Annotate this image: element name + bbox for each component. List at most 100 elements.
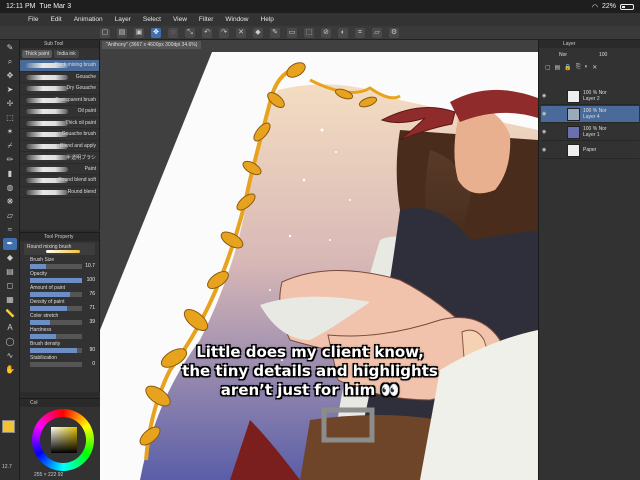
clear-icon[interactable]: ✕ — [236, 27, 246, 38]
decoration-icon[interactable]: ❋ — [3, 196, 17, 208]
tab-thick-paint[interactable]: Thick paint — [22, 50, 53, 58]
brush-item[interactable]: Round blend — [20, 187, 99, 198]
frame-tool-icon[interactable]: ▦ — [3, 294, 17, 306]
property-slider[interactable] — [30, 278, 82, 283]
eraser-tool-icon[interactable]: ▱ — [3, 210, 17, 222]
menu-view[interactable]: View — [173, 16, 187, 23]
visibility-icon[interactable]: ◉ — [542, 111, 548, 117]
menu-filter[interactable]: Filter — [199, 16, 213, 23]
crop-icon[interactable]: ⌗ — [355, 27, 365, 38]
menu-file[interactable]: File — [28, 16, 38, 23]
balloon-tool-icon[interactable]: ◯ — [3, 336, 17, 348]
text-tool-icon[interactable]: A — [3, 322, 17, 334]
visibility-icon[interactable]: ◉ — [542, 129, 548, 135]
menu-help[interactable]: Help — [261, 16, 274, 23]
brush-item[interactable]: Paint — [20, 164, 99, 175]
property-row[interactable]: Density of paint 71 — [20, 299, 99, 313]
color-square[interactable] — [51, 427, 77, 453]
deselect-icon[interactable]: ⊘ — [321, 27, 331, 38]
property-slider[interactable] — [30, 306, 82, 311]
brush-item[interactable]: Blend and apply — [20, 141, 99, 152]
property-slider[interactable] — [30, 292, 82, 297]
layer-item[interactable]: ◉ 100 % Nor Layer 4 — [541, 106, 639, 123]
property-slider[interactable] — [30, 348, 82, 353]
menu-window[interactable]: Window — [225, 16, 248, 23]
visibility-icon[interactable]: ◉ — [542, 147, 548, 153]
pen-tool-icon[interactable]: ✎ — [3, 42, 17, 54]
brush-item[interactable]: Thick oil paint — [20, 118, 99, 129]
property-slider[interactable] — [30, 264, 82, 269]
visibility-icon[interactable]: ◉ — [542, 93, 548, 99]
auto-select-icon[interactable]: ✶ — [3, 126, 17, 138]
invert-icon[interactable]: ◐ — [338, 27, 348, 38]
brush-item[interactable]: Oil paint — [20, 106, 99, 118]
open-icon[interactable]: ▤ — [117, 27, 127, 38]
menu-layer[interactable]: Layer — [115, 16, 131, 23]
property-row[interactable]: Color stretch 39 — [20, 313, 99, 327]
hand-tool-icon[interactable]: ✋ — [3, 364, 17, 376]
marker-tool-icon[interactable]: ▮ — [3, 168, 17, 180]
move-icon[interactable]: ✥ — [151, 27, 161, 38]
brush-item[interactable]: Thick mixing brush — [20, 60, 99, 72]
delete-layer-icon[interactable]: ✕ — [592, 64, 597, 71]
operation-tool-icon[interactable]: ➤ — [3, 84, 17, 96]
menu-animation[interactable]: Animation — [74, 16, 103, 23]
property-slider[interactable] — [30, 320, 82, 325]
menu-edit[interactable]: Edit — [50, 16, 61, 23]
eraser-icon[interactable]: ▱ — [372, 27, 382, 38]
save-icon[interactable]: ▣ — [134, 27, 144, 38]
pencil-tool-icon[interactable]: ✏ — [3, 154, 17, 166]
brush-item[interactable]: Round blend soft — [20, 175, 99, 187]
layer-item[interactable]: ◉ Paper — [541, 142, 639, 159]
property-row[interactable]: Opacity 100 — [20, 271, 99, 285]
layer-opacity[interactable]: 100 — [599, 52, 607, 58]
selection-tool-icon[interactable]: ⬚ — [3, 112, 17, 124]
eyedropper-icon[interactable]: ⌿ — [3, 140, 17, 152]
main-color-swatch[interactable] — [2, 420, 15, 433]
fill-icon[interactable]: ◆ — [253, 27, 263, 38]
tab-india-ink[interactable]: India ink — [54, 50, 79, 58]
document-tab[interactable]: "Anthony" (3667 x 4600px 300dpi 34.6%) — [102, 41, 202, 49]
new-layer-icon[interactable]: ▢ — [545, 64, 551, 71]
blend-mode[interactable]: Nor — [559, 52, 567, 58]
redo-icon[interactable]: ↷ — [219, 27, 229, 38]
correct-line-icon[interactable]: ∿ — [3, 350, 17, 362]
new-icon[interactable]: ▢ — [100, 27, 110, 38]
select-all-icon[interactable]: ⬚ — [304, 27, 314, 38]
gradient-tool-icon[interactable]: ▤ — [3, 266, 17, 278]
canvas-area[interactable]: "Anthony" (3667 x 4600px 300dpi 34.6%) — [100, 40, 538, 480]
brush-item[interactable]: Dry Gouache — [20, 83, 99, 95]
clip-icon[interactable]: ⎘ — [576, 64, 581, 71]
fill-tool-icon[interactable]: ◆ — [3, 252, 17, 264]
lock-icon[interactable]: 🔒 — [564, 64, 571, 71]
layer-item[interactable]: ◉ 100 % Nor Layer 1 — [541, 124, 639, 141]
settings-icon[interactable]: ⚙ — [389, 27, 399, 38]
brush-item[interactable]: Gouache — [20, 72, 99, 83]
menu-select[interactable]: Select — [143, 16, 161, 23]
brush-item[interactable]: Gouache brush — [20, 129, 99, 141]
mask-icon[interactable]: ◐ — [585, 64, 589, 71]
brush-item[interactable]: Transparent brush — [20, 95, 99, 106]
property-row[interactable]: Brush Size 10.7 — [20, 257, 99, 271]
move-tool-icon[interactable]: ✥ — [3, 70, 17, 82]
new-folder-icon[interactable]: ▤ — [555, 64, 561, 71]
transform-icon[interactable]: ⤡ — [185, 27, 195, 38]
brush-item[interactable]: 半透明ブラシ — [20, 152, 99, 164]
figure-tool-icon[interactable]: ◻ — [3, 280, 17, 292]
ruler-icon[interactable]: ▭ — [287, 27, 297, 38]
property-slider[interactable] — [30, 334, 82, 339]
property-row[interactable]: Hardness — [20, 327, 99, 341]
airbrush-icon[interactable]: ◍ — [3, 182, 17, 194]
property-row[interactable]: Brush density 90 — [20, 341, 99, 355]
layer-move-icon[interactable]: ✢ — [3, 98, 17, 110]
ruler-tool-icon[interactable]: 📏 — [3, 308, 17, 320]
undo-icon[interactable]: ↶ — [202, 27, 212, 38]
zoom-tool-icon[interactable]: ⌕ — [3, 56, 17, 68]
property-slider[interactable] — [30, 362, 82, 367]
blend-tool-icon[interactable]: ≈ — [3, 224, 17, 236]
lasso-icon[interactable]: ◌ — [168, 27, 178, 38]
property-row[interactable]: Stabilization 0 — [20, 355, 99, 369]
layer-item[interactable]: ◉ 100 % Nor Layer 2 — [541, 88, 639, 105]
brush-tool-icon[interactable]: ✒ — [3, 238, 17, 250]
property-row[interactable]: Amount of paint 76 — [20, 285, 99, 299]
